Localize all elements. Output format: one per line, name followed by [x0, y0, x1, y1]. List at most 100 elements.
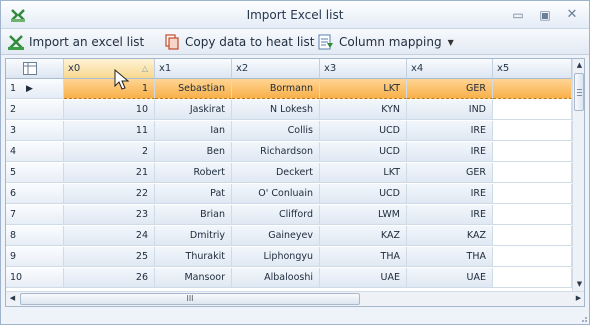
table-row[interactable]: 5 21 Robert Deckert LKT GER	[6, 163, 572, 183]
scroll-left-icon[interactable]: ◀	[6, 292, 19, 305]
row-number[interactable]: 6	[6, 184, 64, 204]
copy-to-heat-list-button[interactable]: Copy data to heat list	[164, 33, 314, 51]
table-cell-x1[interactable]: Thurakit	[155, 247, 232, 267]
scroll-up-icon[interactable]: ▲	[573, 59, 584, 72]
table-cell-x3[interactable]: KYN	[320, 100, 407, 120]
row-number[interactable]: 4	[6, 142, 64, 162]
table-cell-x2[interactable]: Liphongyu	[232, 247, 320, 267]
maximize-button[interactable]: ▣	[536, 7, 554, 23]
table-cell-x5[interactable]	[493, 121, 572, 141]
column-header-x5[interactable]: x5	[493, 59, 572, 79]
vertical-scrollbar[interactable]: ▲ ▼	[572, 59, 584, 291]
table-cell-x3[interactable]: UCD	[320, 142, 407, 162]
column-header-x2[interactable]: x2	[232, 59, 320, 79]
horizontal-scrollbar[interactable]: ◀ III ▶	[6, 291, 584, 306]
table-cell-x1[interactable]: Sebastian	[155, 79, 232, 99]
table-cell-x1[interactable]: Robert	[155, 163, 232, 183]
table-row[interactable]: 3 11 Ian Collis UCD IRE	[6, 121, 572, 141]
table-row[interactable]: 10 26 Mansoor Albalooshi UAE UAE	[6, 268, 572, 288]
table-row[interactable]: 8 24 Dmitriy Gaineyev KAZ KAZ	[6, 226, 572, 246]
table-cell-x0[interactable]: 23	[64, 205, 155, 225]
table-cell-x0[interactable]: 22	[64, 184, 155, 204]
table-cell-x3[interactable]: UCD	[320, 184, 407, 204]
close-button[interactable]: ✕	[563, 7, 581, 23]
table-cell-x4[interactable]: GER	[407, 163, 493, 183]
table-cell-x5[interactable]	[493, 226, 572, 246]
table-cell-x4[interactable]: IRE	[407, 184, 493, 204]
row-number[interactable]: 7	[6, 205, 64, 225]
row-number[interactable]: 1	[6, 79, 64, 99]
table-cell-x3[interactable]: UAE	[320, 268, 407, 288]
row-number[interactable]: 3	[6, 121, 64, 141]
table-cell-x5[interactable]	[493, 205, 572, 225]
table-cell-x4[interactable]: IRE	[407, 121, 493, 141]
table-cell-x1[interactable]: Ian	[155, 121, 232, 141]
table-cell-x1[interactable]: Ben	[155, 142, 232, 162]
table-row[interactable]: 7 23 Brian Clifford LWM IRE	[6, 205, 572, 225]
table-cell-x1[interactable]: Mansoor	[155, 268, 232, 288]
table-cell-x0[interactable]: 1	[64, 79, 155, 99]
table-cell-x5[interactable]	[493, 100, 572, 120]
minimize-button[interactable]: ▭	[509, 7, 527, 23]
table-cell-x0[interactable]: 25	[64, 247, 155, 267]
column-header-x3[interactable]: x3	[320, 59, 407, 79]
table-cell-x3[interactable]: LWM	[320, 205, 407, 225]
table-cell-x1[interactable]: Pat	[155, 184, 232, 204]
table-cell-x3[interactable]: LKT	[320, 79, 407, 99]
table-cell-x4[interactable]: KAZ	[407, 226, 493, 246]
column-header-x4[interactable]: x4	[407, 59, 493, 79]
table-cell-x3[interactable]: THA	[320, 247, 407, 267]
table-cell-x2[interactable]: Collis	[232, 121, 320, 141]
table-cell-x0[interactable]: 11	[64, 121, 155, 141]
table-cell-x2[interactable]: Deckert	[232, 163, 320, 183]
table-cell-x5[interactable]	[493, 79, 572, 99]
table-row[interactable]: 6 22 Pat O' Conluain UCD IRE	[6, 184, 572, 204]
table-cell-x0[interactable]: 26	[64, 268, 155, 288]
column-header-x1[interactable]: x1	[155, 59, 232, 79]
scroll-right-icon[interactable]: ▶	[572, 292, 584, 305]
table-cell-x5[interactable]	[493, 184, 572, 204]
table-cell-x5[interactable]	[493, 268, 572, 288]
table-cell-x1[interactable]: Jaskirat	[155, 100, 232, 120]
table-cell-x5[interactable]	[493, 247, 572, 267]
table-cell-x2[interactable]: N Lokesh	[232, 100, 320, 120]
table-cell-x4[interactable]: THA	[407, 247, 493, 267]
table-cell-x2[interactable]: Clifford	[232, 205, 320, 225]
title-bar[interactable]: Import Excel list ▭ ▣ ✕	[1, 1, 589, 29]
table-cell-x4[interactable]: GER	[407, 79, 493, 99]
table-cell-x2[interactable]: Richardson	[232, 142, 320, 162]
table-cell-x2[interactable]: O' Conluain	[232, 184, 320, 204]
table-cell-x5[interactable]	[493, 163, 572, 183]
excel-data-grid[interactable]: x0 △ x1 x2 x3 x4 x5 1 ▶ 1 Sebastian Bormann L…	[5, 58, 585, 307]
table-cell-x3[interactable]: UCD	[320, 121, 407, 141]
grid-corner[interactable]	[6, 59, 64, 79]
vertical-scroll-thumb[interactable]	[574, 73, 584, 111]
resize-grip-icon[interactable]	[579, 314, 588, 323]
table-row[interactable]: 2 10 Jaskirat N Lokesh KYN IND	[6, 100, 572, 120]
row-number[interactable]: 2	[6, 100, 64, 120]
row-number[interactable]: 5	[6, 163, 64, 183]
table-row[interactable]: 9 25 Thurakit Liphongyu THA THA	[6, 247, 572, 267]
table-cell-x4[interactable]: UAE	[407, 268, 493, 288]
column-header-x0[interactable]: x0 △	[64, 59, 155, 79]
table-cell-x5[interactable]	[493, 142, 572, 162]
table-cell-x3[interactable]: LKT	[320, 163, 407, 183]
table-row[interactable]: 1 ▶ 1 Sebastian Bormann LKT GER	[6, 79, 572, 99]
table-cell-x1[interactable]: Dmitriy	[155, 226, 232, 246]
row-number[interactable]: 8	[6, 226, 64, 246]
table-cell-x2[interactable]: Bormann	[232, 79, 320, 99]
table-cell-x4[interactable]: IRE	[407, 205, 493, 225]
row-number[interactable]: 9	[6, 247, 64, 267]
table-cell-x4[interactable]: IRE	[407, 142, 493, 162]
table-cell-x2[interactable]: Albalooshi	[232, 268, 320, 288]
table-cell-x3[interactable]: KAZ	[320, 226, 407, 246]
import-excel-button[interactable]: Import an excel list	[8, 33, 144, 51]
column-mapping-dropdown[interactable]: Column mapping ▼	[318, 33, 454, 51]
table-row[interactable]: 4 2 Ben Richardson UCD IRE	[6, 142, 572, 162]
table-cell-x0[interactable]: 24	[64, 226, 155, 246]
table-cell-x2[interactable]: Gaineyev	[232, 226, 320, 246]
table-cell-x0[interactable]: 10	[64, 100, 155, 120]
table-cell-x0[interactable]: 21	[64, 163, 155, 183]
table-cell-x0[interactable]: 2	[64, 142, 155, 162]
table-cell-x1[interactable]: Brian	[155, 205, 232, 225]
